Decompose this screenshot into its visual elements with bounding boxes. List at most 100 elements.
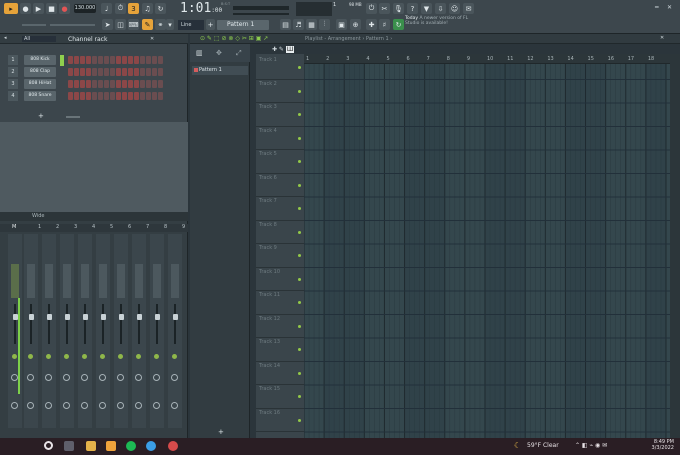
step-button[interactable] — [128, 92, 133, 100]
bar-number[interactable]: 18 — [648, 56, 654, 62]
blend-notes-icon[interactable]: ♫ — [142, 3, 153, 14]
step-edit-icon[interactable]: ✎ — [142, 19, 153, 30]
track-led-icon[interactable] — [298, 418, 301, 422]
plugin-picker-icon[interactable]: ⊕ — [350, 19, 361, 30]
step-button[interactable] — [116, 68, 121, 76]
track-header[interactable]: Track 10 — [256, 268, 304, 291]
track-header[interactable]: Track 5 — [256, 150, 304, 174]
step-button[interactable] — [158, 80, 163, 88]
bar-number[interactable]: 8 — [447, 56, 450, 62]
bar-number[interactable]: 5 — [386, 56, 389, 62]
step-button[interactable] — [128, 80, 133, 88]
track-header[interactable]: Track 4 — [256, 127, 304, 150]
power-icon[interactable]: ⏻ — [366, 3, 377, 14]
bar-number[interactable]: 4 — [366, 56, 369, 62]
step-button[interactable] — [122, 56, 127, 64]
play-button[interactable]: ▶ — [33, 3, 44, 14]
mixer-strip[interactable] — [96, 234, 110, 428]
step-sequencer[interactable] — [68, 68, 163, 76]
fl-studio-icon[interactable] — [106, 441, 116, 451]
master-volume[interactable] — [233, 6, 289, 10]
pattern-selector[interactable]: Pattern 1 — [217, 20, 269, 30]
step-button[interactable] — [104, 92, 109, 100]
track-header[interactable]: Track 6 — [256, 174, 304, 197]
mixer-strip[interactable] — [168, 234, 182, 428]
step-button[interactable] — [134, 92, 139, 100]
step-button[interactable] — [134, 80, 139, 88]
track-led-icon[interactable] — [298, 230, 301, 234]
track-header[interactable]: Track 3 — [256, 103, 304, 127]
step-button[interactable] — [152, 92, 157, 100]
countdown-icon[interactable]: 3 — [128, 3, 139, 14]
step-button[interactable] — [68, 68, 73, 76]
automation-icon[interactable]: ⤢ — [236, 49, 242, 58]
window-close-icon[interactable]: ✕ — [667, 4, 672, 11]
audio-icon[interactable]: ✥ — [216, 49, 222, 57]
add-pattern-button[interactable]: + — [218, 428, 224, 436]
fader-knob[interactable] — [29, 314, 34, 320]
track-led-icon[interactable] — [298, 66, 301, 69]
volume-fader[interactable] — [138, 304, 140, 344]
search-icon[interactable] — [44, 441, 53, 450]
step-button[interactable] — [158, 56, 163, 64]
fader-knob[interactable] — [155, 314, 160, 320]
mixer-strip[interactable] — [132, 234, 146, 428]
channel-rack-icon[interactable]: ▦ — [306, 19, 317, 30]
channel-select-led[interactable] — [60, 55, 64, 66]
clock[interactable]: 8:49 PM 3/3/2022 — [652, 439, 674, 451]
channel-name-button[interactable]: 808 Snare — [24, 91, 56, 101]
channel-number[interactable]: 4 — [8, 91, 18, 101]
enable-icon[interactable] — [118, 354, 123, 359]
route-icon[interactable] — [171, 402, 178, 409]
loop-record-icon[interactable]: ↻ — [155, 3, 166, 14]
step-button[interactable] — [104, 80, 109, 88]
step-button[interactable] — [122, 68, 127, 76]
fader-knob[interactable] — [65, 314, 70, 320]
step-button[interactable] — [146, 92, 151, 100]
fader-knob[interactable] — [83, 314, 88, 320]
channel-name-button[interactable]: 808 HiHat — [24, 79, 56, 89]
track-header[interactable]: Track 16 — [256, 409, 304, 432]
cut-icon[interactable]: ✂ — [379, 3, 390, 14]
stereo-icon[interactable] — [11, 374, 18, 381]
route-icon[interactable] — [45, 402, 52, 409]
volume-fader[interactable] — [14, 304, 16, 344]
track-header[interactable]: Track 15 — [256, 385, 304, 409]
stereo-icon[interactable] — [81, 374, 88, 381]
step-button[interactable] — [134, 68, 139, 76]
channel-number[interactable]: 2 — [8, 67, 18, 77]
step-sequencer[interactable] — [68, 80, 163, 88]
track-led-icon[interactable] — [298, 254, 301, 257]
enable-icon[interactable] — [154, 354, 159, 359]
step-button[interactable] — [140, 68, 145, 76]
bar-number[interactable]: 12 — [527, 56, 533, 62]
mixer-icon[interactable]: ⫶ — [319, 19, 330, 30]
chrome-icon[interactable] — [146, 441, 156, 451]
route-icon[interactable] — [117, 402, 124, 409]
pattern-mode-icon[interactable]: ● — [20, 3, 31, 14]
track-led-icon[interactable] — [298, 183, 301, 187]
chat-icon[interactable]: ✉ — [463, 3, 474, 14]
stereo-icon[interactable] — [63, 374, 70, 381]
mixer-strip[interactable] — [150, 234, 164, 428]
step-button[interactable] — [68, 80, 73, 88]
step-button[interactable] — [140, 80, 145, 88]
bar-number[interactable]: 10 — [487, 56, 493, 62]
track-header[interactable]: Track 2 — [256, 80, 304, 103]
step-button[interactable] — [116, 80, 121, 88]
step-button[interactable] — [80, 68, 85, 76]
menu-arrow-icon[interactable]: ◂ — [4, 35, 12, 43]
piano-icon[interactable]: ▥ — [196, 49, 203, 57]
volume-fader[interactable] — [156, 304, 158, 344]
step-button[interactable] — [134, 56, 139, 64]
step-button[interactable] — [146, 56, 151, 64]
stop-button[interactable]: ■ — [46, 3, 57, 14]
volume-fader[interactable] — [66, 304, 68, 344]
stereo-icon[interactable] — [99, 374, 106, 381]
tempo-display[interactable]: 130.000 — [74, 4, 96, 13]
step-button[interactable] — [74, 56, 79, 64]
route-icon[interactable] — [11, 402, 18, 409]
strip-name[interactable] — [81, 264, 89, 298]
step-button[interactable] — [158, 92, 163, 100]
step-button[interactable] — [86, 68, 91, 76]
